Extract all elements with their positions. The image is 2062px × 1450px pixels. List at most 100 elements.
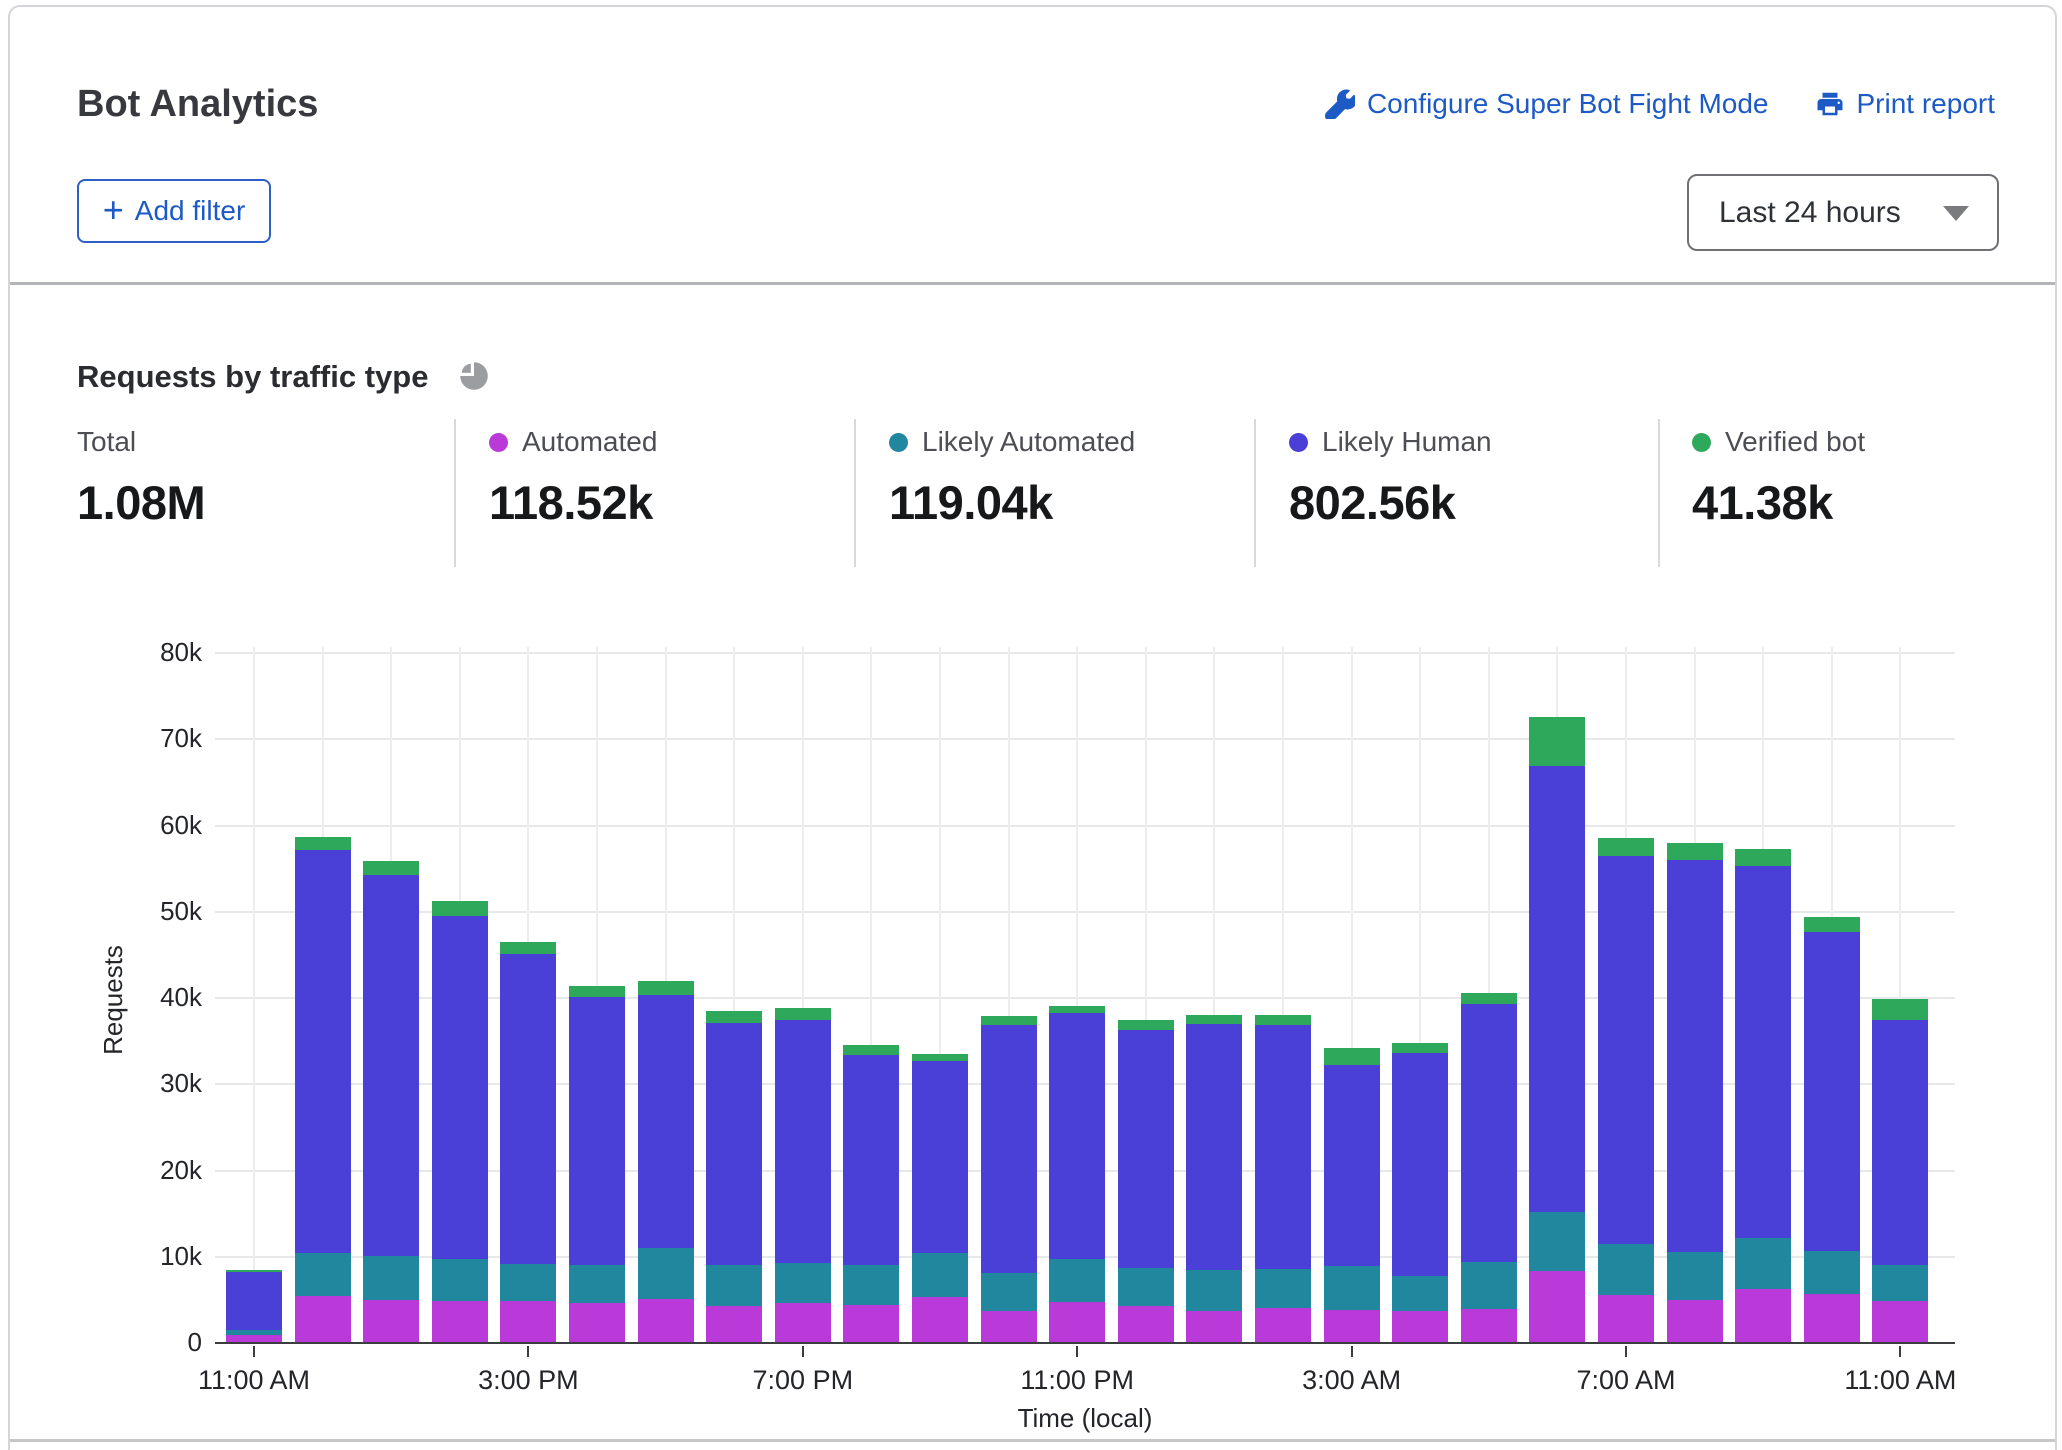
bar-4-00-pm-likely-human[interactable]: [569, 997, 625, 1266]
bar-10-00-pm-likely-automated[interactable]: [980, 1273, 1037, 1311]
bar-11-00-am-automated[interactable]: [1872, 1301, 1929, 1342]
stat-total[interactable]: Total 1.08M: [77, 425, 206, 530]
bar-6-00-pm-verified-bot[interactable]: [706, 1010, 763, 1023]
bar-6-00-am-likely-human[interactable]: [1529, 765, 1586, 1212]
bar-7-00-am-verified-bot[interactable]: [1598, 838, 1654, 856]
bar-12-00-pm-automated[interactable]: [294, 1296, 351, 1342]
bar-4-00-am-likely-human[interactable]: [1392, 1053, 1449, 1277]
bar-12-00-am-verified-bot[interactable]: [1117, 1020, 1174, 1030]
bar-5-00-am-likely-automated[interactable]: [1460, 1261, 1517, 1310]
bar-3-00-pm-automated[interactable]: [500, 1300, 557, 1342]
bar-4-00-pm-verified-bot[interactable]: [569, 985, 625, 997]
bar-11-00-pm-automated[interactable]: [1049, 1302, 1106, 1342]
bar-3-00-am-likely-automated[interactable]: [1323, 1266, 1380, 1311]
bar-8-00-pm-likely-automated[interactable]: [843, 1265, 900, 1305]
bar-11-00-pm-verified-bot[interactable]: [1049, 1005, 1106, 1013]
bar-11-00-am-verified-bot[interactable]: [226, 1270, 282, 1273]
bar-9-00-pm-automated[interactable]: [912, 1297, 968, 1342]
bar-11-00-am-likely-human[interactable]: [1872, 1020, 1929, 1266]
bar-12-00-pm-likely-automated[interactable]: [294, 1253, 351, 1297]
bar-4-00-am-automated[interactable]: [1392, 1310, 1449, 1342]
bar-10-00-pm-likely-human[interactable]: [980, 1024, 1037, 1273]
bar-11-00-pm-likely-automated[interactable]: [1049, 1259, 1106, 1303]
bar-9-00-am-verified-bot[interactable]: [1735, 848, 1792, 866]
bar-9-00-am-likely-human[interactable]: [1735, 865, 1792, 1238]
add-filter-button[interactable]: + Add filter: [77, 179, 271, 243]
bar-2-00-am-automated[interactable]: [1255, 1308, 1311, 1342]
bar-11-00-am-likely-human[interactable]: [226, 1272, 282, 1330]
bar-8-00-am-verified-bot[interactable]: [1666, 842, 1723, 860]
bar-2-00-pm-likely-human[interactable]: [431, 915, 488, 1260]
bar-5-00-am-automated[interactable]: [1460, 1309, 1517, 1342]
bar-1-00-am-verified-bot[interactable]: [1186, 1015, 1243, 1024]
bar-7-00-pm-verified-bot[interactable]: [774, 1008, 831, 1021]
bar-4-00-pm-likely-automated[interactable]: [569, 1265, 625, 1304]
bar-5-00-am-verified-bot[interactable]: [1460, 992, 1517, 1004]
bar-10-00-am-automated[interactable]: [1803, 1293, 1860, 1342]
bar-4-00-pm-automated[interactable]: [569, 1303, 625, 1342]
bar-8-00-pm-automated[interactable]: [843, 1304, 900, 1342]
bar-10-00-am-verified-bot[interactable]: [1803, 916, 1860, 933]
bar-3-00-pm-likely-human[interactable]: [500, 953, 557, 1264]
bar-7-00-am-automated[interactable]: [1598, 1295, 1654, 1342]
bar-8-00-am-likely-automated[interactable]: [1666, 1252, 1723, 1300]
bar-3-00-am-verified-bot[interactable]: [1323, 1047, 1380, 1066]
bar-1-00-pm-automated[interactable]: [363, 1299, 420, 1342]
bar-12-00-am-likely-automated[interactable]: [1117, 1267, 1174, 1306]
bar-11-00-pm-likely-human[interactable]: [1049, 1012, 1106, 1260]
bar-8-00-pm-likely-human[interactable]: [843, 1054, 900, 1266]
bar-11-00-am-likely-automated[interactable]: [1872, 1265, 1929, 1302]
configure-super-bot-fight-mode-link[interactable]: Configure Super Bot Fight Mode: [1324, 88, 1769, 120]
time-range-select[interactable]: Last 24 hours: [1687, 174, 1999, 251]
bar-10-00-pm-verified-bot[interactable]: [980, 1015, 1037, 1025]
bar-3-00-am-likely-human[interactable]: [1323, 1065, 1380, 1267]
bar-7-00-pm-likely-human[interactable]: [774, 1020, 831, 1263]
bar-2-00-am-likely-automated[interactable]: [1255, 1268, 1311, 1309]
bar-1-00-am-automated[interactable]: [1186, 1310, 1243, 1342]
bar-8-00-pm-verified-bot[interactable]: [843, 1045, 900, 1055]
bar-6-00-pm-likely-automated[interactable]: [706, 1265, 763, 1306]
bar-7-00-pm-automated[interactable]: [774, 1303, 831, 1342]
bar-1-00-pm-verified-bot[interactable]: [363, 860, 420, 876]
bar-2-00-pm-automated[interactable]: [431, 1300, 488, 1342]
bar-6-00-pm-likely-human[interactable]: [706, 1022, 763, 1266]
bar-4-00-am-likely-automated[interactable]: [1392, 1276, 1449, 1311]
stat-automated[interactable]: Automated 118.52k: [489, 425, 657, 530]
bar-6-00-am-likely-automated[interactable]: [1529, 1211, 1586, 1272]
bar-11-00-am-verified-bot[interactable]: [1872, 998, 1929, 1021]
bar-2-00-am-likely-human[interactable]: [1255, 1024, 1311, 1269]
bar-3-00-am-automated[interactable]: [1323, 1310, 1380, 1342]
bar-9-00-pm-likely-human[interactable]: [912, 1060, 968, 1254]
bar-10-00-am-likely-automated[interactable]: [1803, 1251, 1860, 1294]
bar-5-00-am-likely-human[interactable]: [1460, 1003, 1517, 1262]
bar-10-00-pm-automated[interactable]: [980, 1310, 1037, 1342]
bar-8-00-am-likely-human[interactable]: [1666, 859, 1723, 1253]
bar-9-00-pm-verified-bot[interactable]: [912, 1053, 968, 1061]
bar-2-00-pm-verified-bot[interactable]: [431, 901, 488, 916]
bar-3-00-pm-likely-automated[interactable]: [500, 1263, 557, 1301]
bar-5-00-pm-verified-bot[interactable]: [637, 980, 694, 996]
bar-12-00-am-likely-human[interactable]: [1117, 1029, 1174, 1268]
stat-likely-automated[interactable]: Likely Automated 119.04k: [889, 425, 1135, 530]
bar-5-00-pm-likely-automated[interactable]: [637, 1248, 694, 1299]
bar-12-00-pm-verified-bot[interactable]: [294, 837, 351, 851]
print-report-link[interactable]: Print report: [1815, 88, 1995, 120]
bar-11-00-am-likely-automated[interactable]: [226, 1329, 282, 1336]
bar-5-00-pm-automated[interactable]: [637, 1298, 694, 1342]
bar-7-00-am-likely-automated[interactable]: [1598, 1243, 1654, 1296]
bar-1-00-pm-likely-automated[interactable]: [363, 1255, 420, 1300]
bar-6-00-am-verified-bot[interactable]: [1529, 716, 1586, 766]
bar-9-00-pm-likely-automated[interactable]: [912, 1253, 968, 1298]
bar-6-00-am-automated[interactable]: [1529, 1271, 1586, 1342]
bar-1-00-am-likely-automated[interactable]: [1186, 1269, 1243, 1311]
bar-10-00-am-likely-human[interactable]: [1803, 932, 1860, 1252]
stat-verified-bot[interactable]: Verified bot 41.38k: [1692, 425, 1865, 530]
bar-4-00-am-verified-bot[interactable]: [1392, 1042, 1449, 1054]
bar-7-00-pm-likely-automated[interactable]: [774, 1262, 831, 1304]
bar-9-00-am-automated[interactable]: [1735, 1289, 1792, 1342]
bar-2-00-am-verified-bot[interactable]: [1255, 1015, 1311, 1025]
bar-7-00-am-likely-human[interactable]: [1598, 855, 1654, 1244]
bar-1-00-pm-likely-human[interactable]: [363, 875, 420, 1256]
bar-1-00-am-likely-human[interactable]: [1186, 1023, 1243, 1270]
bar-3-00-pm-verified-bot[interactable]: [500, 941, 557, 954]
